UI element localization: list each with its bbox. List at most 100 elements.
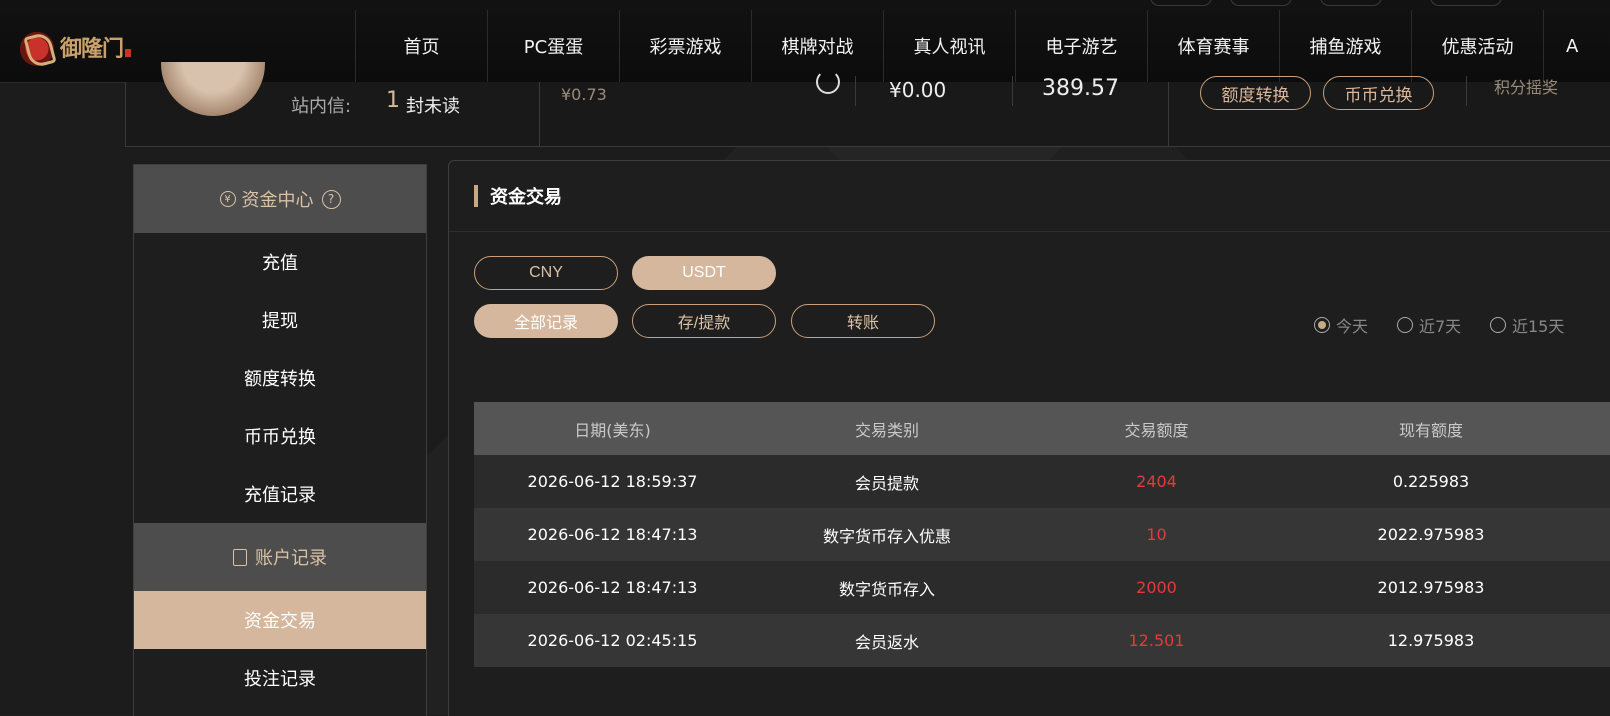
radio-label: 近7天: [1419, 317, 1462, 336]
transactions-table: 日期(美东) 交易类别 交易额度 现有额度 2026-06-12 18:59:3…: [474, 402, 1610, 667]
table-header-row: 日期(美东) 交易类别 交易额度 现有额度: [474, 402, 1610, 455]
sidebar-section-account-records: 账户记录: [134, 523, 426, 591]
top-pill-4[interactable]: [1430, 0, 1502, 6]
page-title: 资金交易: [490, 187, 562, 208]
refresh-icon[interactable]: [816, 70, 840, 94]
sidebar-section-label: 资金中心: [241, 190, 314, 211]
cell-balance: 12.975983: [1290, 614, 1572, 667]
sidebar: ¥ 资金中心 ? 充值 提现 额度转换 币币兑换 充值记录 账户记录 资金交易 …: [133, 164, 427, 716]
yen-coin-icon: ¥: [219, 191, 236, 207]
cell-type: 数字货币存入: [751, 561, 1023, 614]
sidebar-item-bet-records[interactable]: 投注记录: [134, 649, 426, 707]
table-row: 2026-06-12 18:47:13 数字货币存入优惠 10 2022.975…: [474, 508, 1610, 561]
user-info-band: 站内信: 1 封未读 ¥0.73 ¥0.00 389.57 额度转换 币币兑换 …: [125, 62, 1610, 147]
top-pill-1[interactable]: [1150, 0, 1212, 6]
column-header-type: 交易类别: [751, 402, 1023, 455]
table-row: 2026-06-12 18:47:13 数字货币存入 2000 2012.975…: [474, 561, 1610, 614]
radio-icon: [1490, 317, 1506, 333]
message-label: 站内信:: [291, 96, 352, 117]
logo-emblem-icon: [18, 28, 56, 66]
cell-date: 2026-06-12 02:45:15: [474, 614, 751, 667]
message-count[interactable]: 1: [386, 88, 400, 113]
column-header-date: 日期(美东): [474, 402, 751, 455]
message-unread-text[interactable]: 封未读: [406, 92, 460, 118]
radio-today[interactable]: 今天: [1314, 313, 1368, 337]
cell-extra: [1572, 508, 1610, 561]
divider: [539, 82, 540, 146]
nav-item-pc-egg[interactable]: PC蛋蛋: [487, 10, 619, 82]
cell-date: 2026-06-12 18:59:37: [474, 455, 751, 508]
top-strip: [0, 0, 1610, 10]
cell-type: 数字货币存入优惠: [751, 508, 1023, 561]
cell-date: 2026-06-12 18:47:13: [474, 508, 751, 561]
radio-label: 近15天: [1512, 317, 1565, 336]
cell-balance: 2012.975983: [1290, 561, 1572, 614]
table-row: 2026-06-12 18:59:37 会员提款 2404 0.225983: [474, 455, 1610, 508]
nav-item-live[interactable]: 真人视讯: [883, 10, 1015, 82]
sidebar-item-deposit-records[interactable]: 充值记录: [134, 465, 426, 523]
radio-icon: [1397, 317, 1413, 333]
points-balance: 389.57: [1042, 76, 1119, 101]
cell-type: 会员提款: [751, 455, 1023, 508]
cell-extra: [1572, 455, 1610, 508]
wallet-balance: ¥0.73: [561, 85, 607, 104]
cell-amount: 10: [1023, 508, 1290, 561]
help-icon[interactable]: ?: [321, 189, 341, 209]
site-logo[interactable]: 御隆门: [18, 24, 138, 70]
tab-currency-cny[interactable]: CNY: [474, 256, 618, 290]
cell-amount: 12.501: [1023, 614, 1290, 667]
nav-item-slots[interactable]: 电子游艺: [1015, 10, 1147, 82]
radio-7-days[interactable]: 近7天: [1397, 313, 1461, 337]
exchange-button[interactable]: 币币兑换: [1323, 76, 1434, 110]
cell-balance: 0.225983: [1290, 455, 1572, 508]
panel-header: 资金交易: [449, 161, 1610, 232]
sidebar-item-deposit[interactable]: 充值: [134, 233, 426, 291]
top-pill-2[interactable]: [1230, 0, 1292, 6]
sidebar-item-transfer[interactable]: 额度转换: [134, 349, 426, 407]
sidebar-section-funds: ¥ 资金中心 ?: [134, 165, 426, 233]
logo-seal: [125, 49, 132, 57]
column-header-balance: 现有额度: [1290, 402, 1572, 455]
cell-extra: [1572, 561, 1610, 614]
locked-balance: ¥0.00: [889, 78, 947, 102]
cell-amount: 2000: [1023, 561, 1290, 614]
top-pill-3[interactable]: [1320, 0, 1382, 6]
cell-extra: [1572, 614, 1610, 667]
cell-amount: 2404: [1023, 455, 1290, 508]
avatar[interactable]: [161, 62, 265, 116]
tab-all-records[interactable]: 全部记录: [474, 304, 618, 338]
nav-item-chess[interactable]: 棋牌对战: [751, 10, 883, 82]
nav-menu: 首页 PC蛋蛋 彩票游戏 棋牌对战 真人视讯 电子游艺 体育赛事 捕鱼游戏 优惠…: [355, 10, 1603, 82]
sidebar-item-fund-transactions[interactable]: 资金交易: [134, 591, 426, 649]
nav-item-promotions[interactable]: 优惠活动: [1411, 10, 1543, 82]
nav-item-sports[interactable]: 体育赛事: [1147, 10, 1279, 82]
column-header-amount: 交易额度: [1023, 402, 1290, 455]
transfer-button[interactable]: 额度转换: [1200, 76, 1311, 110]
column-header-extra: [1572, 402, 1610, 455]
divider: [1168, 82, 1169, 146]
cell-date: 2026-06-12 18:47:13: [474, 561, 751, 614]
table-row: 2026-06-12 02:45:15 会员返水 12.501 12.97598…: [474, 614, 1610, 667]
nav-item-fishing[interactable]: 捕鱼游戏: [1279, 10, 1411, 82]
sidebar-item-withdraw[interactable]: 提现: [134, 291, 426, 349]
tab-deposit-withdraw[interactable]: 存/提款: [632, 304, 776, 338]
cell-type: 会员返水: [751, 614, 1023, 667]
tab-currency-usdt[interactable]: USDT: [632, 256, 776, 290]
document-icon: [233, 548, 247, 566]
cell-balance: 2022.975983: [1290, 508, 1572, 561]
radio-15-days[interactable]: 近15天: [1490, 313, 1564, 337]
logo-text: 御隆门: [60, 36, 124, 62]
sidebar-section-label: 账户记录: [255, 548, 327, 569]
tab-transfer[interactable]: 转账: [791, 304, 935, 338]
divider: [1012, 76, 1013, 106]
nav-item-more[interactable]: A: [1543, 10, 1603, 82]
nav-item-lottery[interactable]: 彩票游戏: [619, 10, 751, 82]
sidebar-item-exchange[interactable]: 币币兑换: [134, 407, 426, 465]
main-panel: 资金交易 CNY USDT 全部记录 存/提款 转账 今天 近7天 近15天 日…: [448, 160, 1610, 716]
divider: [855, 76, 856, 106]
radio-selected-icon: [1314, 317, 1330, 333]
divider: [1466, 76, 1467, 106]
radio-label: 今天: [1336, 317, 1369, 336]
points-lottery-link[interactable]: 积分摇奖: [1494, 74, 1558, 98]
nav-item-home[interactable]: 首页: [355, 10, 487, 82]
